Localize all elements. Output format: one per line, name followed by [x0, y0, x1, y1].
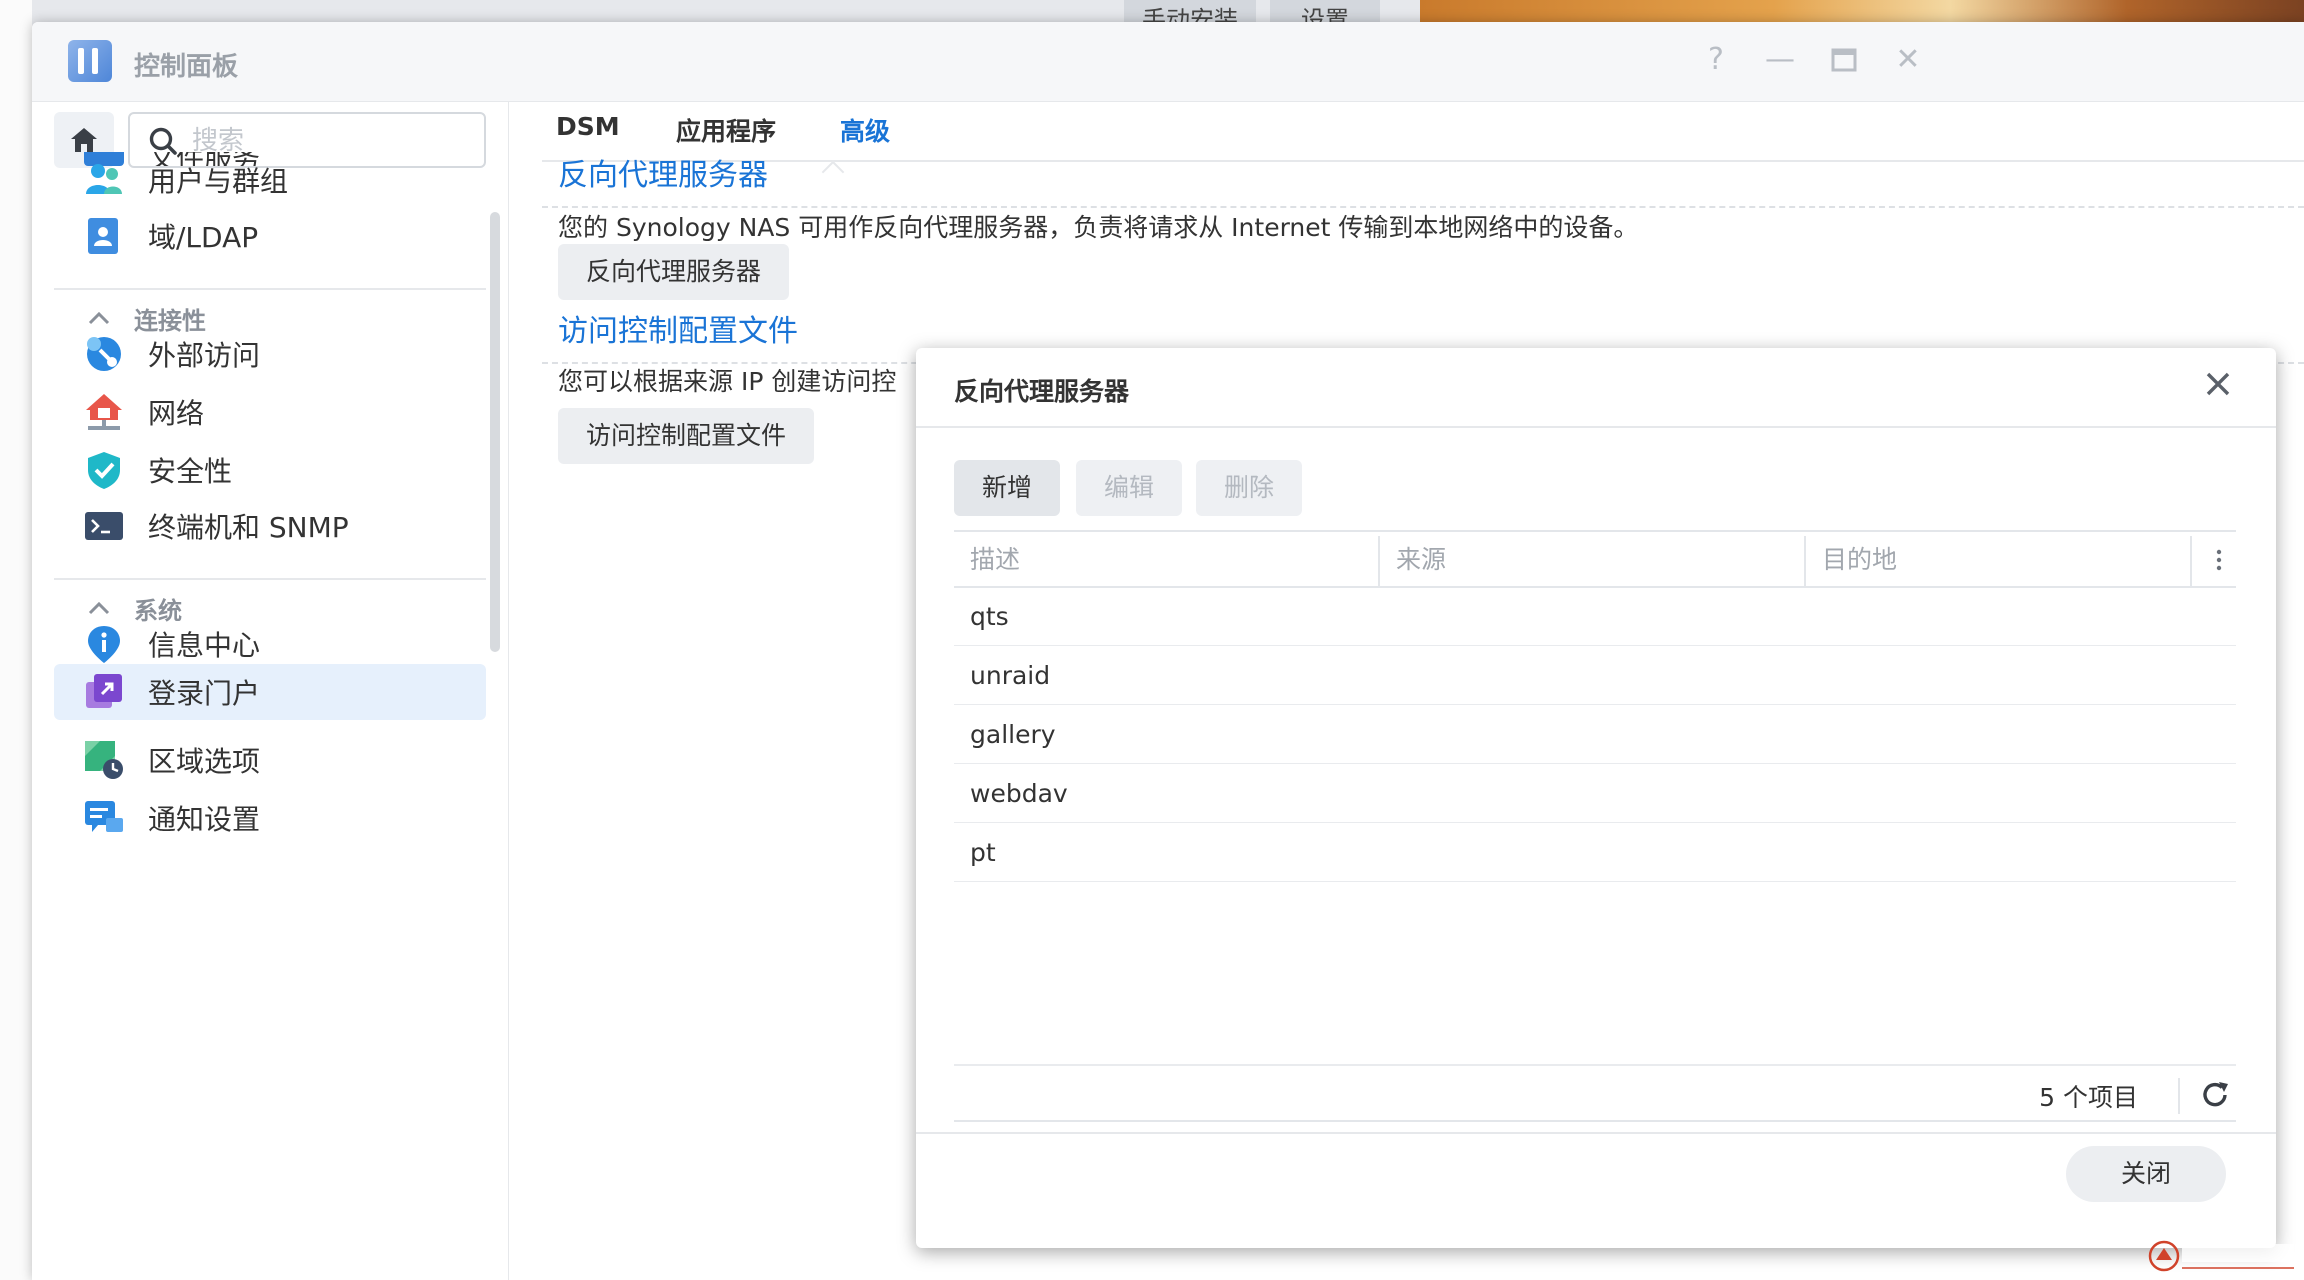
- table-footer: 5 个项目: [954, 1064, 2236, 1122]
- add-button[interactable]: 新增: [954, 460, 1061, 516]
- notification-icon: [85, 801, 123, 832]
- network-icon: [86, 394, 122, 430]
- table-row[interactable]: gallery: [954, 706, 2236, 764]
- info-center-icon: [88, 626, 120, 663]
- tab-applications[interactable]: 应用程序: [676, 112, 776, 148]
- reverse-proxy-description: 您的 Synology NAS 可用作反向代理服务器，负责将请求从 Intern…: [558, 213, 1639, 242]
- table-row[interactable]: qts: [954, 588, 2236, 646]
- dialog-header-divider: [916, 426, 2276, 428]
- background-window-edge: [0, 0, 32, 1280]
- active-tab-indicator: [821, 160, 845, 184]
- reverse-proxy-section-title: 反向代理服务器: [558, 158, 768, 193]
- domain-ldap-icon: [88, 218, 118, 254]
- sidebar-item-login-portal[interactable]: 登录门户: [54, 664, 486, 720]
- watermark-logo: [2148, 1240, 2294, 1272]
- tab-advanced[interactable]: 高级: [840, 112, 890, 148]
- dialog-footer-divider: [916, 1132, 2276, 1134]
- sidebar-item-terminal-snmp[interactable]: 终端机和 SNMP: [54, 498, 486, 554]
- terminal-icon: [85, 512, 123, 540]
- column-header-description[interactable]: 描述: [954, 532, 1020, 588]
- refresh-icon[interactable]: [2198, 1078, 2232, 1112]
- sidebar-item-regional-options[interactable]: 区域选项: [54, 732, 486, 788]
- close-dialog-button[interactable]: 关闭: [2066, 1146, 2226, 1202]
- access-control-button[interactable]: 访问控制配置文件: [558, 408, 815, 464]
- edit-button[interactable]: 编辑: [1076, 460, 1183, 516]
- column-header-destination[interactable]: 目的地: [1806, 532, 1897, 588]
- column-menu-icon[interactable]: [2216, 548, 2222, 572]
- login-portal-icon: [86, 674, 122, 708]
- control-panel-icon: [68, 40, 112, 82]
- window-title: 控制面板: [134, 52, 239, 82]
- delete-button[interactable]: 删除: [1196, 460, 1303, 516]
- table-row[interactable]: pt: [954, 824, 2236, 882]
- table-row[interactable]: unraid: [954, 647, 2236, 705]
- shield-icon: [88, 452, 120, 489]
- column-header-source[interactable]: 来源: [1380, 532, 1446, 588]
- table-header: 描述 来源 目的地: [954, 530, 2236, 588]
- table-row[interactable]: webdav: [954, 765, 2236, 823]
- users-icon: [86, 164, 122, 194]
- access-control-description: 您可以根据来源 IP 创建访问控: [558, 367, 897, 396]
- sidebar-item-users[interactable]: 用户与群组: [54, 152, 486, 208]
- dialog-title: 反向代理服务器: [954, 377, 1130, 406]
- sidebar-item-notification[interactable]: 通知设置: [54, 790, 486, 846]
- tab-bar: DSM 应用程序 高级: [542, 70, 2304, 162]
- reverse-proxy-dialog: 反向代理服务器 新增 编辑 删除 描述 来源 目的地 qts unraid ga…: [916, 348, 2276, 1248]
- item-count: 5 个项目: [2039, 1083, 2138, 1112]
- column-divider: [2190, 536, 2192, 586]
- access-control-section-title: 访问控制配置文件: [558, 314, 798, 349]
- regional-options-icon: [85, 741, 123, 779]
- footer-divider: [2178, 1078, 2180, 1114]
- reverse-proxy-button[interactable]: 反向代理服务器: [558, 244, 790, 300]
- dialog-close-icon[interactable]: [2198, 364, 2238, 404]
- sidebar-scrollbar[interactable]: [490, 212, 500, 652]
- sidebar-item-domain-ldap[interactable]: 域/LDAP: [54, 208, 486, 264]
- tab-dsm[interactable]: DSM: [556, 112, 620, 141]
- sidebar: 文件服务 用户与群组 域/LDAP 连接性 外部访问 网络 安全性: [32, 102, 509, 1280]
- sidebar-item-security[interactable]: 安全性: [54, 442, 486, 498]
- sidebar-item-external-access[interactable]: 外部访问: [54, 326, 486, 382]
- sidebar-item-network[interactable]: 网络: [54, 384, 486, 440]
- external-access-icon: [87, 337, 121, 371]
